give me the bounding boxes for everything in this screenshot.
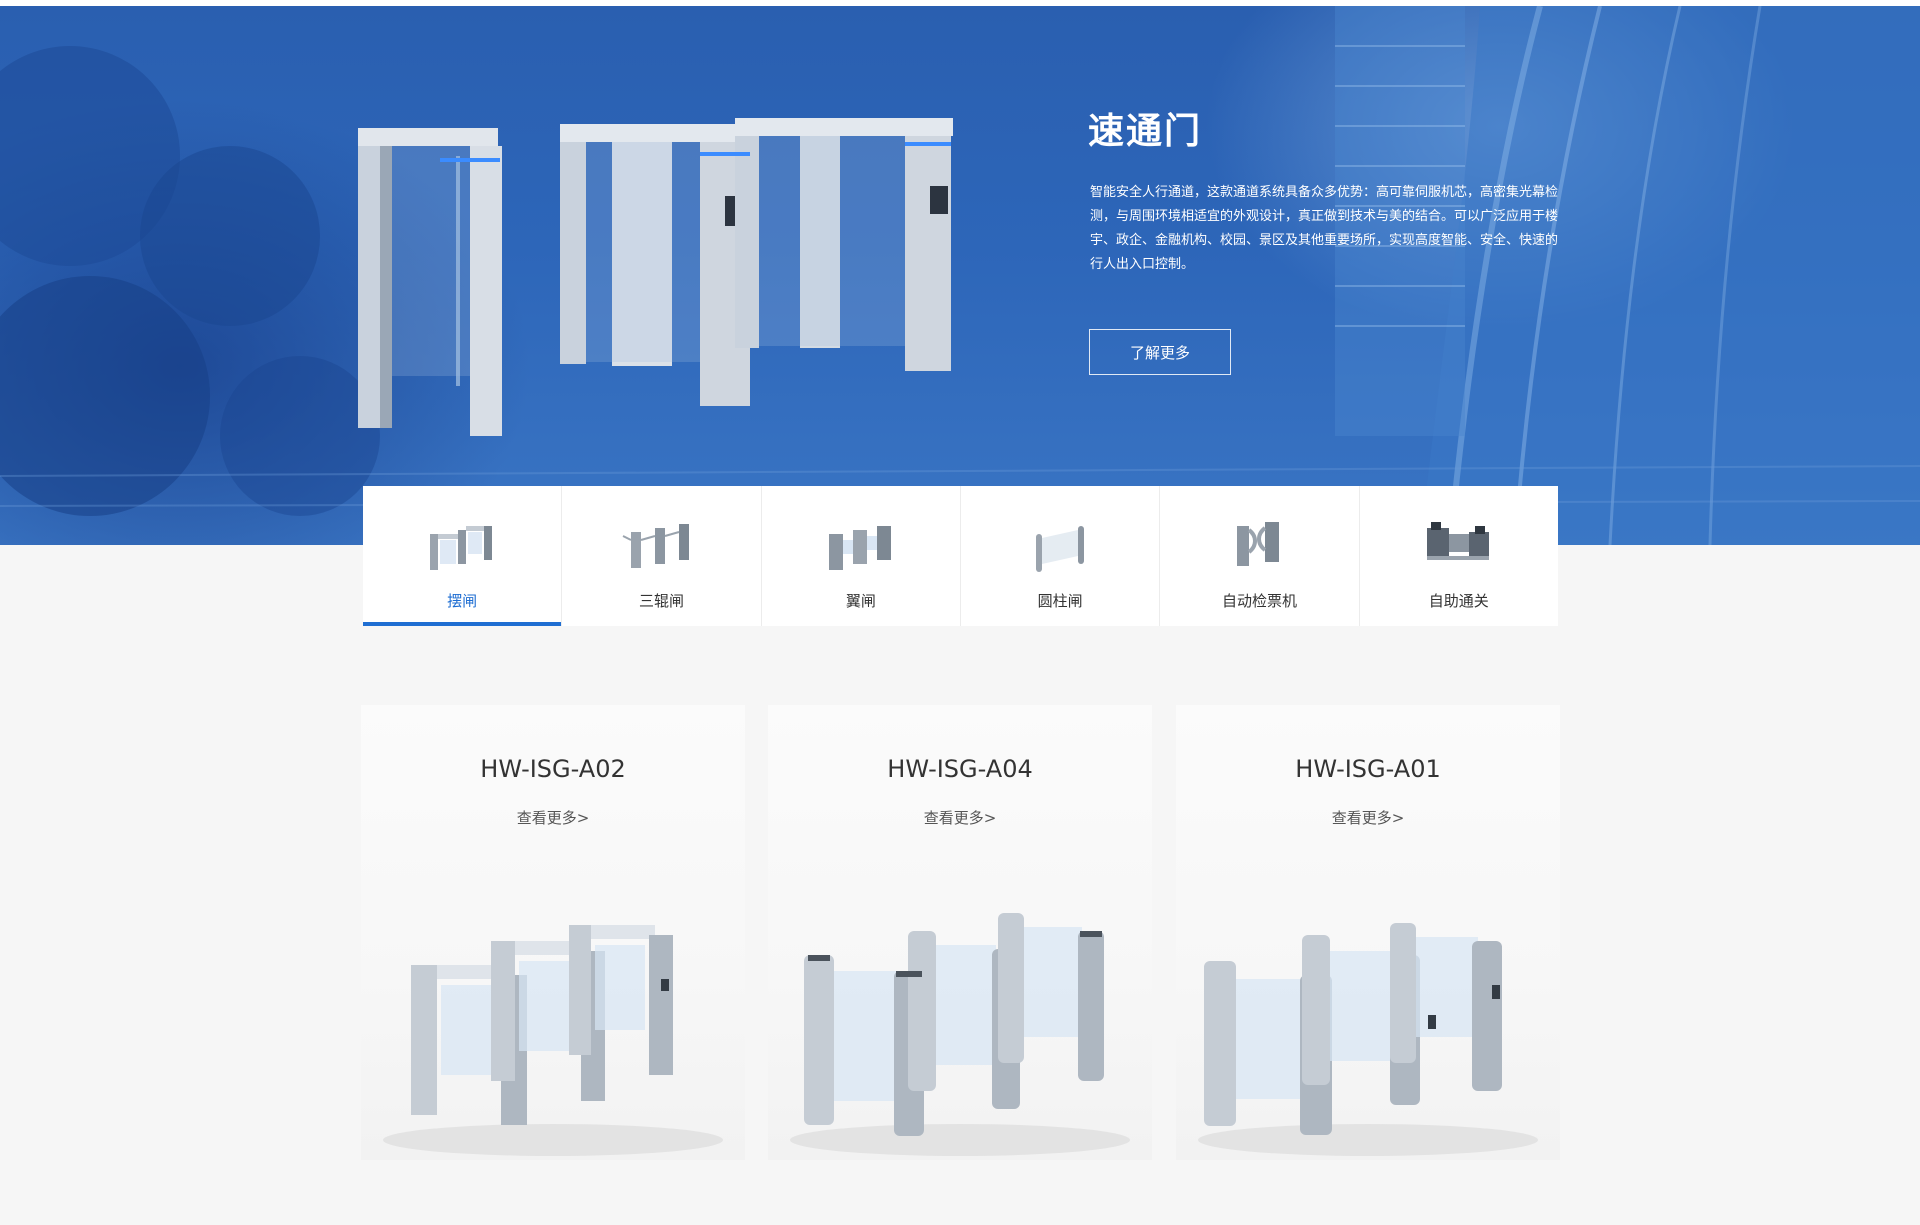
- product-model: HW-ISG-A04: [887, 755, 1033, 783]
- product-image: [1198, 923, 1538, 1156]
- product-list: HW-ISG-A02 查看更多> HW-ISG-A04 查看更多> HW-ISG…: [361, 705, 1561, 1160]
- hero-title: 速通门: [1088, 111, 1203, 152]
- product-model: HW-ISG-A01: [1295, 755, 1441, 783]
- swing-gate-icon: [430, 526, 493, 570]
- product-card[interactable]: HW-ISG-A02 查看更多>: [361, 705, 745, 1160]
- tab-cylinder-gate[interactable]: 圆柱闸: [961, 486, 1161, 626]
- product-model: HW-ISG-A02: [480, 755, 626, 783]
- tab-label: 自助通关: [1428, 592, 1489, 610]
- product-image: [790, 913, 1130, 1156]
- view-more-link[interactable]: 查看更多>: [361, 807, 745, 828]
- hero-turnstile-image: [358, 118, 953, 436]
- cylinder-gate-icon: [1036, 526, 1085, 572]
- hero-description: 智能安全人行通道，这款通道系统具备众多优势：高可靠伺服机芯，高密集光幕检测，与周…: [1090, 185, 1559, 272]
- self-service-clearance-icon: [1426, 522, 1489, 560]
- tab-self-service-clearance[interactable]: 自助通关: [1360, 486, 1558, 626]
- product-image: [383, 925, 723, 1156]
- tab-label: 摆闸: [447, 592, 478, 610]
- view-more-link[interactable]: 查看更多>: [1176, 807, 1560, 828]
- tab-label: 翼闸: [845, 592, 876, 610]
- hero-banner: 速通门 智能安全人行通道，这款通道系统具备众多优势：高可靠伺服机芯，高密集光幕检…: [0, 6, 1920, 545]
- product-card[interactable]: HW-ISG-A04 查看更多>: [768, 705, 1152, 1160]
- product-category-tabs: 摆闸 三辊闸 翼闸 圆柱闸 自动检票机 自助通关: [363, 486, 1558, 626]
- tab-flap-barrier[interactable]: 翼闸: [762, 486, 961, 626]
- tab-ticket-checker[interactable]: 自动检票机: [1160, 486, 1360, 626]
- tripod-turnstile-icon: [623, 524, 690, 568]
- hero-background-art: [0, 6, 1920, 545]
- tab-tripod-turnstile[interactable]: 三辊闸: [562, 486, 762, 626]
- tab-label: 圆柱闸: [1037, 592, 1083, 610]
- ticket-checker-icon: [1237, 522, 1280, 566]
- flap-barrier-icon: [828, 526, 891, 570]
- tab-swing-gate[interactable]: 摆闸: [363, 486, 563, 626]
- product-card[interactable]: HW-ISG-A01 查看更多>: [1176, 705, 1560, 1160]
- learn-more-button[interactable]: 了解更多: [1089, 329, 1231, 375]
- tab-label: 自动检票机: [1221, 592, 1297, 610]
- view-more-link[interactable]: 查看更多>: [768, 807, 1152, 828]
- tab-label: 三辊闸: [638, 592, 684, 610]
